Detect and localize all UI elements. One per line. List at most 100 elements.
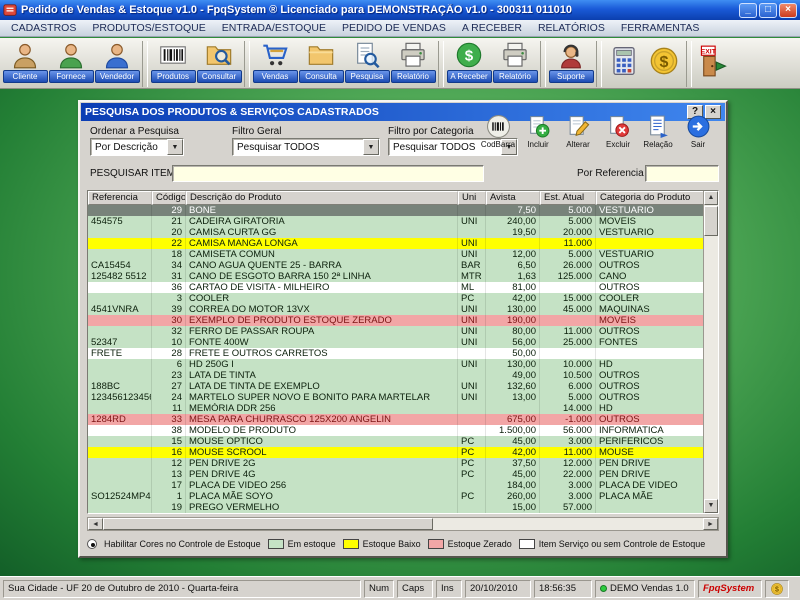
toolbar-button[interactable]: EXIT	[694, 39, 734, 88]
dialog-action-button[interactable]: Alterar	[558, 114, 598, 160]
table-row[interactable]: 454575 21 CADEIRA GIRATORIA UNI 240,00 5…	[88, 216, 704, 227]
toolbar-button[interactable]: Relatório	[390, 39, 436, 88]
toolbar-button[interactable]: Consulta	[298, 39, 344, 88]
table-row[interactable]: 30 EXEMPLO DE PRODUTO ESTOQUE ZERADO UNI…	[88, 315, 704, 326]
table-row[interactable]: SO12524MP400 1 PLACA MÃE SOYO PC 260,00 …	[88, 491, 704, 502]
vertical-scrollbar[interactable]: ▲ ▼	[703, 191, 718, 513]
ordenar-select[interactable]: Por Descrição ▼	[90, 138, 184, 156]
toolbar-button[interactable]: Suporte	[548, 39, 594, 88]
table-row[interactable]: 29 BONE 7,50 5.000 VESTUARIO	[88, 205, 704, 216]
cell-est-atual: 6.000	[540, 381, 596, 392]
por-referencia-input[interactable]	[645, 165, 719, 182]
toolbar-icon	[205, 41, 233, 69]
table-row[interactable]: 125482 5512 31 CANO DE ESGOTO BARRA 150 …	[88, 271, 704, 282]
chevron-down-icon[interactable]: ▼	[363, 139, 379, 155]
table-row[interactable]: 6 HD 250G I UNI 130,00 10.000 HD	[88, 359, 704, 370]
table-row[interactable]: 1284RD 33 MESA PARA CHURRASCO 125X200 AN…	[88, 414, 704, 425]
column-header-est-atual[interactable]: Est. Atual	[540, 191, 596, 205]
table-row[interactable]: 19 PREGO VERMELHO 15,00 57.000	[88, 502, 704, 513]
toolbar-button[interactable]: $ A Receber	[446, 39, 492, 88]
toolbar-button[interactable]: Relatório	[492, 39, 538, 88]
column-header-uni[interactable]: Uni	[458, 191, 486, 205]
table-row[interactable]: 15 MOUSE OPTICO PC 45,00 3.000 PERIFERIC…	[88, 436, 704, 447]
dialog-action-button[interactable]: Incluir	[518, 114, 558, 160]
column-header-referencia[interactable]: Referencia	[88, 191, 152, 205]
vertical-scroll-thumb[interactable]	[704, 206, 718, 236]
toolbar-button[interactable]: Fornece	[48, 39, 94, 88]
horizontal-scroll-thumb[interactable]	[103, 518, 433, 530]
scroll-down-icon[interactable]: ▼	[704, 499, 718, 513]
dialog-action-button[interactable]: CodBarra	[478, 114, 518, 160]
horizontal-scrollbar[interactable]: ◄ ►	[87, 517, 719, 531]
table-row[interactable]: 20 CAMISA CURTA GG 19,50 20.000 VESTUARI…	[88, 227, 704, 238]
toolbar-button[interactable]: Vendedor	[94, 39, 140, 88]
close-button[interactable]: ×	[779, 3, 797, 18]
table-row[interactable]: 23 LATA DE TINTA 49,00 10.500 OUTROS	[88, 370, 704, 381]
dialog-action-button[interactable]: Sair	[678, 114, 718, 160]
table-row[interactable]: FRETE 28 FRETE E OUTROS CARRETOS 50,00	[88, 348, 704, 359]
toolbar-button[interactable]: Vendas	[252, 39, 298, 88]
dialog-action-button[interactable]: Excluir	[598, 114, 638, 160]
table-row[interactable]: 52347 10 FONTE 400W UNI 56,00 25.000 FON…	[88, 337, 704, 348]
menu-item[interactable]: PEDIDO DE VENDAS	[334, 21, 454, 35]
toolbar-button[interactable]	[686, 41, 692, 87]
toolbar-button[interactable]	[540, 41, 546, 87]
table-row[interactable]: 38 MODELO DE PRODUTO 1.500,00 56.000 INF…	[88, 425, 704, 436]
table-row[interactable]: 12 PEN DRIVE 2G PC 37,50 12.000 PEN DRIV…	[88, 458, 704, 469]
table-row[interactable]: 11 MEMÓRIA DDR 256 14.000 HD	[88, 403, 704, 414]
dialog-action-icon	[526, 114, 551, 139]
cell-categoria: PERIFERICOS	[596, 436, 704, 447]
table-row[interactable]: 123456123456 24 MARTELO SUPER NOVO E BON…	[88, 392, 704, 403]
pesquisar-item-input[interactable]	[172, 165, 484, 182]
chevron-down-icon[interactable]: ▼	[167, 139, 183, 155]
minimize-button[interactable]: _	[739, 3, 757, 18]
toolbar-button[interactable]	[244, 41, 250, 87]
menu-item[interactable]: PRODUTOS/ESTOQUE	[84, 21, 213, 35]
table-row[interactable]: 36 CARTAO DE VISITA - MILHEIRO ML 81,00 …	[88, 282, 704, 293]
cell-categoria: PEN DRIVE	[596, 458, 704, 469]
column-header-codigo[interactable]: Código	[152, 191, 186, 205]
scroll-right-icon[interactable]: ►	[703, 518, 718, 530]
toolbar-button[interactable]: Produtos	[150, 39, 196, 88]
column-header-descricao[interactable]: Descrição do Produto	[186, 191, 458, 205]
scroll-up-icon[interactable]: ▲	[704, 191, 718, 205]
toolbar-button[interactable]	[596, 41, 602, 87]
dialog-action-button[interactable]: Relação	[638, 114, 678, 160]
table-row[interactable]: 4541VNRA 39 CORREA DO MOTOR 13VX UNI 130…	[88, 304, 704, 315]
table-row[interactable]: 32 FERRO DE PASSAR ROUPA UNI 80,00 11.00…	[88, 326, 704, 337]
habilitar-cores-radio[interactable]	[87, 539, 97, 549]
menu-item[interactable]: ENTRADA/ESTOQUE	[214, 21, 334, 35]
menu-item[interactable]: A RECEBER	[454, 21, 530, 35]
table-row[interactable]: 188BC 27 LATA DE TINTA DE EXEMPLO UNI 13…	[88, 381, 704, 392]
table-row[interactable]: 3 COOLER PC 42,00 15.000 COOLER	[88, 293, 704, 304]
menu-item[interactable]: FERRAMENTAS	[613, 21, 708, 35]
table-row[interactable]: 17 PLACA DE VIDEO 256 184,00 3.000 PLACA…	[88, 480, 704, 491]
toolbar-label: Relatório	[391, 70, 436, 83]
maximize-button[interactable]: □	[759, 3, 777, 18]
scroll-track[interactable]	[433, 518, 703, 530]
table-row[interactable]: 18 CAMISETA COMUN UNI 12,00 5.000 VESTUA…	[88, 249, 704, 260]
table-row[interactable]: 22 CAMISA MANGA LONGA UNI 11.000	[88, 238, 704, 249]
toolbar-button[interactable]: Cliente	[2, 39, 48, 88]
filtro-geral-select[interactable]: Pesquisar TODOS ▼	[232, 138, 380, 156]
toolbar-button[interactable]: $	[644, 39, 684, 88]
toolbar-button[interactable]: Consultar	[196, 39, 242, 88]
menu-item[interactable]: RELATÓRIOS	[530, 21, 613, 35]
toolbar-button[interactable]: Pesquisa	[344, 39, 390, 88]
cell-categoria: FONTES	[596, 337, 704, 348]
toolbar-button[interactable]	[142, 41, 148, 87]
table-row[interactable]: CA15454 34 CANO AGUA QUENTE 25 - BARRA B…	[88, 260, 704, 271]
toolbar-button[interactable]	[438, 41, 444, 87]
cell-referencia: 52347	[88, 337, 152, 348]
toolbar-button[interactable]	[604, 39, 644, 88]
table-row[interactable]: 16 MOUSE SCROOL PC 42,00 11.000 MOUSE	[88, 447, 704, 458]
cell-codigo: 15	[152, 436, 186, 447]
scroll-left-icon[interactable]: ◄	[88, 518, 103, 530]
menu-item[interactable]: CADASTROS	[3, 21, 84, 35]
column-header-avista[interactable]: Avista	[486, 191, 540, 205]
toolbar-label: Pesquisa	[345, 70, 390, 83]
column-header-categoria[interactable]: Categoria do Produto	[596, 191, 704, 205]
toolbar-label: Consulta	[299, 70, 344, 83]
toolbar-icon	[353, 41, 381, 69]
table-row[interactable]: 13 PEN DRIVE 4G PC 45,00 22.000 PEN DRIV…	[88, 469, 704, 480]
